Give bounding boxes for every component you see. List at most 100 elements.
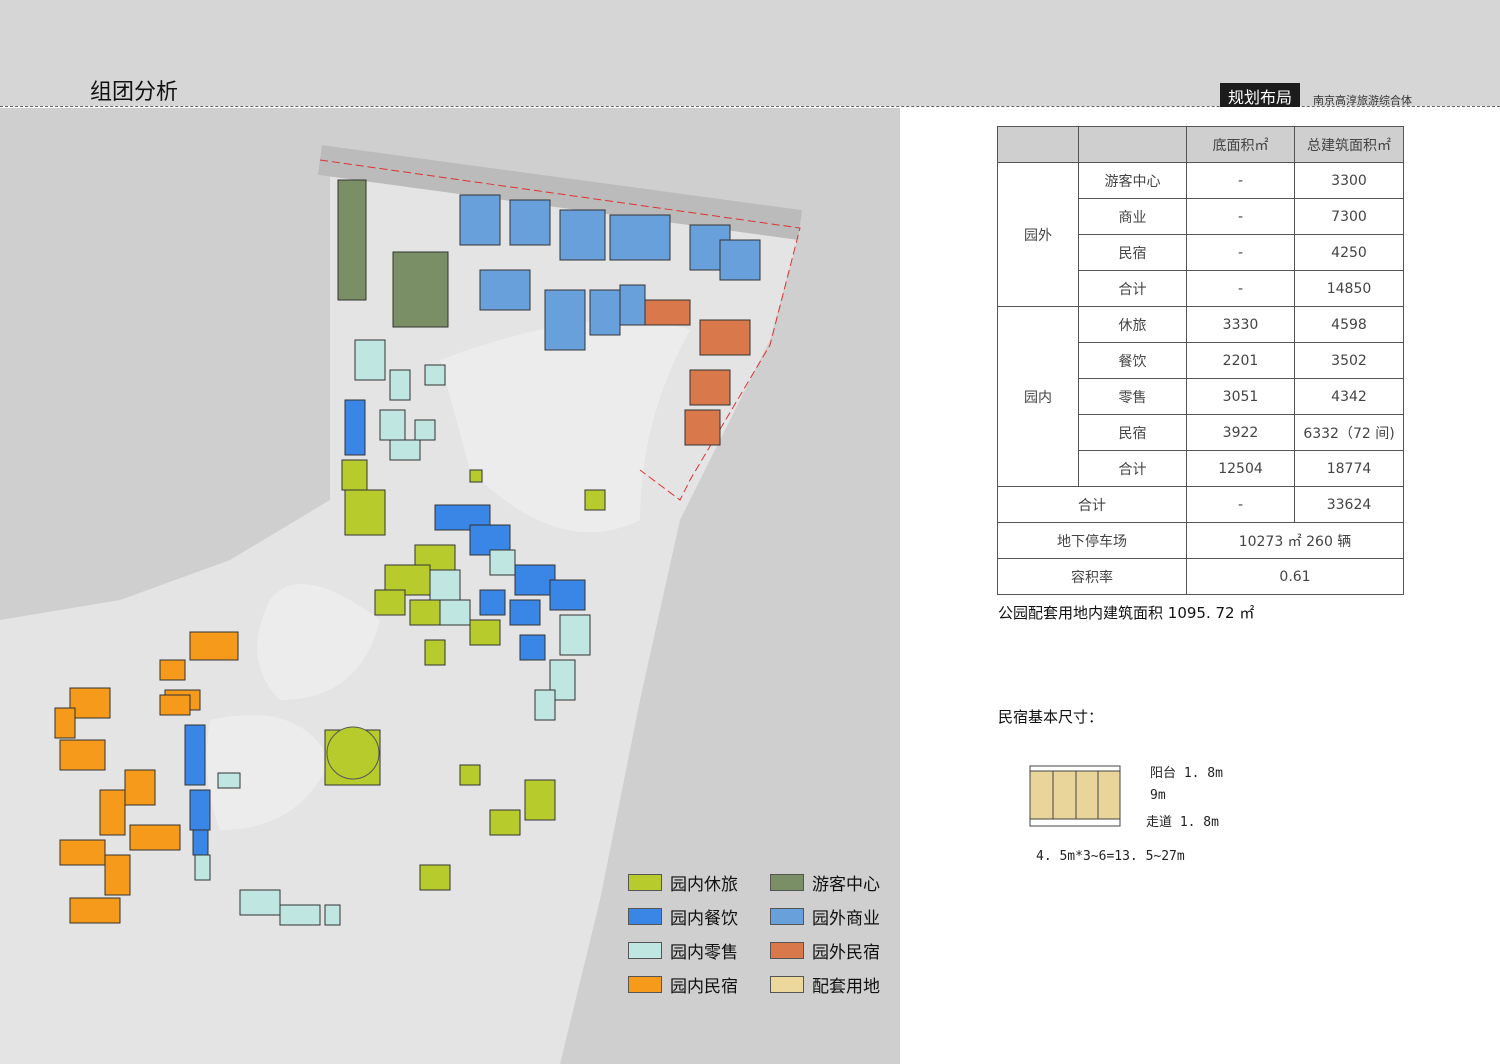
legend-item: 园内餐饮 <box>628 904 770 929</box>
table-cell: 合计 -33624 <box>997 486 1404 523</box>
table-cell: 3330 <box>1186 306 1295 343</box>
building-block <box>459 764 481 786</box>
building-block <box>439 599 471 626</box>
building-block <box>519 634 546 661</box>
legend-label: 配套用地 <box>812 977 880 997</box>
legend-swatch <box>770 908 804 925</box>
table-cell: 4598 <box>1294 306 1404 343</box>
table-cell: 底面积㎡ <box>1186 126 1295 163</box>
table-cell: 合计 <box>1078 450 1187 487</box>
building-block <box>374 589 406 616</box>
table-cell: 园外 <box>997 162 1079 307</box>
building-block <box>424 364 446 386</box>
building-block <box>389 369 411 401</box>
building-block <box>354 339 386 381</box>
legend-item: 园外商业 <box>770 904 900 929</box>
table-cell: 合计 <box>997 486 1187 523</box>
area-table: 底面积㎡ 总建筑面积㎡ 园外 游客中心 -3300 商业 -7300 民宿 -4250 合… <box>997 126 1404 595</box>
legend-swatch <box>770 976 804 993</box>
building-block <box>194 854 211 881</box>
building-block <box>559 209 606 261</box>
table-cell: 总建筑面积㎡ <box>1294 126 1404 163</box>
building-block <box>689 369 731 406</box>
table-cell: 10273 ㎡ 260 辆 <box>1186 522 1404 559</box>
building-block <box>609 214 671 261</box>
table-cell: 容积率 0.61 <box>997 558 1404 595</box>
building-block <box>99 789 126 836</box>
building-block <box>69 687 111 719</box>
legend-swatch <box>628 874 662 891</box>
table-cell: 园内 休旅 3330 4598 <box>997 306 1404 487</box>
legend-swatch <box>770 874 804 891</box>
legend-label: 园外民宿 <box>812 943 880 963</box>
legend-item: 园外民宿 <box>770 938 900 963</box>
table-cell: - <box>1186 234 1295 271</box>
building-block <box>189 789 211 831</box>
table-cell: 园外 游客中心 -3300 <box>997 162 1404 307</box>
building-block <box>159 694 191 716</box>
table-cell: 0.61 <box>1186 558 1404 595</box>
map-legend: 园内休旅 游客中心园内餐饮 园外商业园内零售 园外民宿园内民宿 配套用地 <box>628 870 900 997</box>
building-block <box>469 619 501 646</box>
legend-item: 游客中心 <box>770 870 900 895</box>
legend-item: 园内民宿 <box>628 972 770 997</box>
building-block <box>192 829 209 856</box>
legend-label: 园内民宿 <box>670 977 738 997</box>
table-cell: 33624 <box>1294 486 1404 523</box>
table-cell <box>997 126 1079 163</box>
building-block <box>589 289 621 336</box>
building-block <box>514 564 556 596</box>
table-cell: 4250 <box>1294 234 1404 271</box>
building-block <box>549 579 586 611</box>
legend-label: 园内休旅 <box>670 875 738 895</box>
table-cell: 地下停车场 <box>997 522 1187 559</box>
table-cell: 3300 <box>1294 162 1404 199</box>
building-block <box>279 904 321 926</box>
balcony-label: 阳台 1. 8m <box>1150 766 1223 781</box>
table-cell: 18774 <box>1294 450 1404 487</box>
table-cell: 休旅 <box>1078 306 1187 343</box>
page-title: 组团分析 <box>90 80 179 105</box>
building-block <box>534 689 556 721</box>
building-block <box>392 251 449 328</box>
building-block <box>469 469 483 483</box>
building-block <box>59 839 106 866</box>
building-block <box>509 599 541 626</box>
building-block <box>324 904 341 926</box>
table-cell: 2201 <box>1186 342 1295 379</box>
building-block <box>124 769 156 806</box>
legend-item: 园内零售 <box>628 938 770 963</box>
building-block <box>239 889 281 916</box>
table-cell: 12504 <box>1186 450 1295 487</box>
building-block <box>719 239 761 281</box>
legend-swatch <box>628 976 662 993</box>
legend-label: 园内餐饮 <box>670 909 738 929</box>
table-cell: 餐饮 <box>1078 342 1187 379</box>
table-cell: - <box>1186 486 1295 523</box>
building-block <box>619 284 646 326</box>
table-cell: - <box>1186 198 1295 235</box>
building-block <box>129 824 181 851</box>
building-block <box>189 631 239 661</box>
building-block <box>344 399 366 456</box>
building-block <box>644 299 691 326</box>
width-label: 4. 5m*3~6=13. 5~27m <box>1036 849 1185 864</box>
table-cell: 零售 <box>1078 378 1187 415</box>
table-cell: - <box>1186 270 1295 307</box>
table-cell: 底面积㎡ 总建筑面积㎡ <box>997 126 1404 163</box>
building-block <box>699 319 751 356</box>
building-block <box>459 194 501 246</box>
legend-label: 园外商业 <box>812 909 880 929</box>
building-block <box>54 707 76 739</box>
table-cell: 园内 <box>997 306 1079 487</box>
building-block <box>489 809 521 836</box>
building-block <box>341 459 368 491</box>
building-block <box>479 589 506 616</box>
project-name: 南京高淳旅游综合体 <box>1313 94 1412 107</box>
building-block <box>509 199 551 246</box>
legend-label: 游客中心 <box>812 875 880 895</box>
building-block <box>184 724 206 786</box>
building-block <box>159 659 186 681</box>
table-cell: 3051 <box>1186 378 1295 415</box>
depth-label: 9m <box>1150 788 1166 803</box>
